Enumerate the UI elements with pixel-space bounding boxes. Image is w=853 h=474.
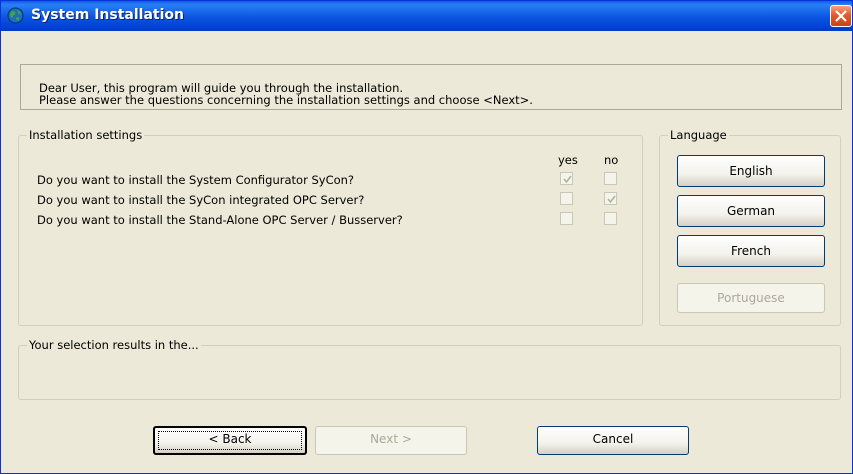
next-button-label: Next > xyxy=(370,432,412,446)
german-button[interactable]: German xyxy=(677,195,825,227)
standalone-opc-yes-checkbox[interactable] xyxy=(560,212,573,225)
sycon-yes-checkbox[interactable] xyxy=(560,172,573,185)
german-button-label: German xyxy=(726,204,776,218)
standalone-opc-no-checkbox[interactable] xyxy=(604,212,617,225)
integrated-opc-no-checkbox[interactable] xyxy=(604,192,617,205)
yes-column-header: yes xyxy=(558,153,578,167)
close-icon xyxy=(835,10,847,22)
intro-line-2: Please answer the questions concerning t… xyxy=(39,93,533,107)
next-button[interactable]: Next > xyxy=(315,426,467,455)
french-button-label: French xyxy=(731,244,771,258)
english-button-label: English xyxy=(729,164,773,178)
integrated-opc-yes-checkbox[interactable] xyxy=(560,192,573,205)
dialog-body: Dear User, this program will guide you t… xyxy=(5,31,850,471)
title-bar[interactable]: System Installation xyxy=(1,1,852,31)
question-sycon: Do you want to install the System Config… xyxy=(37,173,355,187)
language-group: Language English German French Portugues… xyxy=(659,128,841,326)
no-column-header: no xyxy=(604,153,619,167)
sycon-no-checkbox[interactable] xyxy=(604,172,617,185)
language-label: Language xyxy=(668,128,729,142)
french-button[interactable]: French xyxy=(677,235,825,267)
globe-icon xyxy=(7,7,24,24)
back-button-label: < Back xyxy=(208,432,252,446)
installer-window: System Installation Dear User, this prog… xyxy=(0,0,853,474)
question-standalone-opc: Do you want to install the Stand-Alone O… xyxy=(37,213,403,227)
cancel-button[interactable]: Cancel xyxy=(537,426,689,455)
portuguese-button-label: Portuguese xyxy=(717,291,785,305)
english-button[interactable]: English xyxy=(677,155,825,187)
back-button[interactable]: < Back xyxy=(153,426,307,455)
installation-settings-label: Installation settings xyxy=(27,128,145,142)
selection-result-label: Your selection results in the... xyxy=(27,338,201,352)
window-title: System Installation xyxy=(31,7,184,23)
selection-result-group: Your selection results in the... xyxy=(18,338,841,400)
question-integrated-opc: Do you want to install the SyCon integra… xyxy=(37,193,365,207)
portuguese-button[interactable]: Portuguese xyxy=(677,283,825,313)
installation-settings-group: Installation settings yes no Do you want… xyxy=(18,128,643,326)
intro-box: Dear User, this program will guide you t… xyxy=(20,64,842,110)
close-button[interactable] xyxy=(830,5,852,27)
cancel-button-label: Cancel xyxy=(592,432,634,446)
